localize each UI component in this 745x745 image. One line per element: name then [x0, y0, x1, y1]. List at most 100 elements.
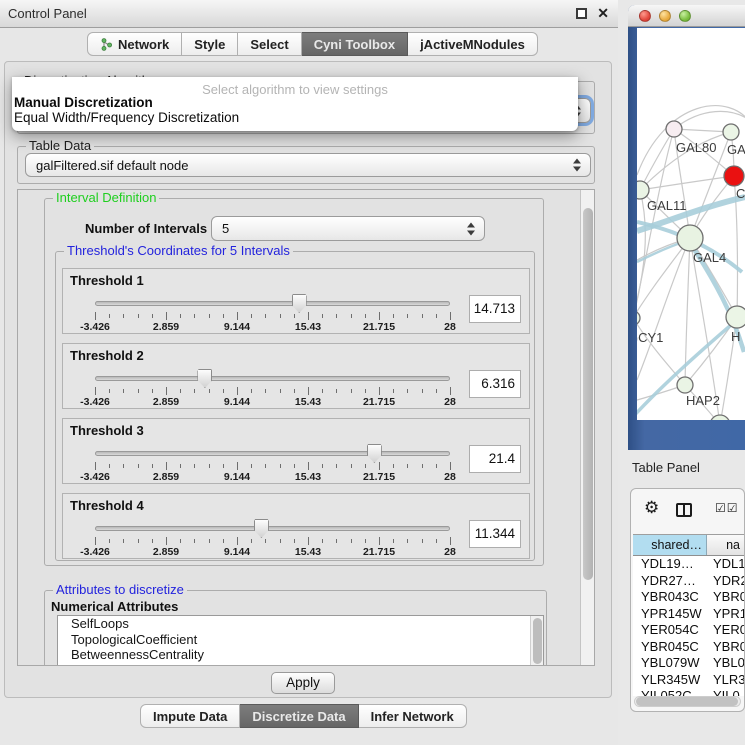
threshold-4-slider[interactable] — [95, 526, 450, 531]
threshold-2-slider[interactable] — [95, 376, 450, 381]
tab-cyni-toolbox[interactable]: Cyni Toolbox — [302, 32, 408, 56]
cell-name[interactable]: YBL0 — [707, 655, 744, 672]
cell-name[interactable]: YIL0 — [707, 688, 744, 696]
numerical-attributes-list[interactable]: SelfLoopsTopologicalCoefficientBetweenne… — [57, 615, 544, 666]
network-view-window: GAL80GACGAL11GAL4GCY1HHAP2 — [628, 5, 745, 450]
cell-shared-name[interactable]: YLR345W — [633, 672, 707, 689]
scrollbar-thumb[interactable] — [583, 208, 593, 580]
tick — [280, 314, 281, 318]
table-row[interactable]: YDL19…YDL1 — [633, 556, 744, 573]
table-row[interactable]: YER054CYER0 — [633, 622, 744, 639]
tick — [209, 314, 210, 318]
attributes-scrollbar[interactable] — [530, 616, 543, 666]
columns-icon[interactable] — [676, 503, 692, 517]
table-row[interactable]: YDR27…YDR2 — [633, 573, 744, 590]
attributes-group: Attributes to discretize Numerical Attri… — [44, 590, 547, 666]
tick — [365, 464, 366, 468]
threshold-4-value-field[interactable]: 11.344 — [469, 520, 521, 548]
tick — [138, 464, 139, 468]
table-row[interactable]: YLR345WYLR3 — [633, 672, 744, 689]
cell-shared-name[interactable]: YBL079W — [633, 655, 707, 672]
tab-impute-data[interactable]: Impute Data — [140, 704, 240, 728]
table-row[interactable]: YPR145WYPR1 — [633, 606, 744, 623]
cell-name[interactable]: YDL1 — [707, 556, 744, 573]
cell-shared-name[interactable]: YBR045C — [633, 639, 707, 656]
cell-shared-name[interactable]: YER054C — [633, 622, 707, 639]
scale-label: 28 — [444, 321, 456, 333]
column-header-shared-name[interactable]: shared… — [633, 535, 707, 555]
threshold-2-value-field[interactable]: 6.316 — [469, 370, 521, 398]
cell-name[interactable]: YDR2 — [707, 573, 744, 590]
zoom-traffic-light[interactable] — [679, 10, 691, 22]
threshold-3-value-field[interactable]: 21.4 — [469, 445, 521, 473]
tab-jactivemnodules[interactable]: jActiveMNodules — [408, 32, 538, 56]
number-of-intervals-combo[interactable]: 5 — [211, 216, 485, 241]
cell-shared-name[interactable]: YDR27… — [633, 573, 707, 590]
network-node[interactable] — [724, 166, 744, 186]
option-manual-discretization[interactable]: Manual Discretization — [12, 95, 578, 110]
table-row[interactable]: YBR045CYBR0 — [633, 639, 744, 656]
cell-shared-name[interactable]: YDL19… — [633, 556, 707, 573]
tab-infer-network[interactable]: Infer Network — [359, 704, 467, 728]
network-node[interactable] — [677, 225, 703, 251]
select-checkboxes-icon[interactable]: ☑☑ — [715, 501, 739, 515]
table-row[interactable]: YIL052CYIL0 — [633, 688, 744, 696]
cell-shared-name[interactable]: YBR043C — [633, 589, 707, 606]
tab-discretize-data[interactable]: Discretize Data — [240, 704, 358, 728]
tab-network[interactable]: Network — [87, 32, 182, 56]
network-node[interactable] — [637, 181, 649, 199]
screen: Control Panel ✕ Network Style Select — [0, 0, 745, 745]
slider-thumb[interactable] — [292, 294, 307, 313]
column-header-name[interactable]: na — [707, 535, 744, 555]
minimize-traffic-light[interactable] — [659, 10, 671, 22]
close-traffic-light[interactable] — [639, 10, 651, 22]
combo-arrows-icon — [573, 159, 581, 172]
tick — [379, 537, 380, 545]
threshold-1-slider[interactable] — [95, 301, 450, 306]
tick — [322, 314, 323, 318]
tick — [294, 314, 295, 318]
control-panel-titlebar: Control Panel ✕ — [0, 0, 618, 28]
network-node[interactable] — [637, 311, 640, 325]
attribute-item[interactable]: SelfLoops — [58, 616, 543, 632]
settings-vertical-scrollbar[interactable] — [580, 190, 594, 665]
gear-icon[interactable]: ⚙ — [644, 498, 659, 518]
slider-thumb[interactable] — [367, 444, 382, 463]
threshold-1-value-field[interactable]: 14.713 — [469, 295, 521, 323]
table-row[interactable]: YBR043CYBR0 — [633, 589, 744, 606]
network-node[interactable] — [677, 377, 693, 393]
close-icon[interactable]: ✕ — [597, 5, 609, 22]
network-edge — [637, 318, 685, 385]
table-row[interactable]: YBL079WYBL0 — [633, 655, 744, 672]
cell-shared-name[interactable]: YPR145W — [633, 606, 707, 623]
slider-thumb[interactable] — [197, 369, 212, 388]
tick — [180, 314, 181, 318]
tab-style[interactable]: Style — [182, 32, 238, 56]
float-window-icon[interactable] — [576, 8, 587, 19]
scale-label: 9.144 — [224, 321, 250, 333]
attribute-item[interactable]: TopologicalCoefficient — [58, 632, 543, 648]
scale-label: -3.426 — [80, 546, 110, 558]
tick — [407, 464, 408, 468]
top-tab-bar: Network Style Select Cyni Toolbox jActiv… — [87, 32, 538, 56]
cell-name[interactable]: YBR0 — [707, 589, 744, 606]
apply-button[interactable]: Apply — [271, 672, 335, 694]
option-equal-width-frequency[interactable]: Equal Width/Frequency Discretization — [12, 110, 578, 125]
cell-name[interactable]: YLR3 — [707, 672, 744, 689]
cell-name[interactable]: YPR1 — [707, 606, 744, 623]
network-canvas[interactable]: GAL80GACGAL11GAL4GCY1HHAP2 — [637, 28, 745, 420]
tab-select[interactable]: Select — [238, 32, 301, 56]
table-horizontal-scrollbar[interactable] — [634, 696, 741, 707]
threshold-3-slider[interactable] — [95, 451, 450, 456]
cell-name[interactable]: YBR0 — [707, 639, 744, 656]
cell-name[interactable]: YER0 — [707, 622, 744, 639]
tick — [152, 389, 153, 393]
table-data-combo[interactable]: galFiltered.sif default node — [25, 153, 591, 177]
scrollbar-thumb[interactable] — [636, 697, 738, 706]
network-node[interactable] — [723, 124, 739, 140]
attribute-item[interactable]: BetweennessCentrality — [58, 647, 543, 663]
slider-thumb[interactable] — [254, 519, 269, 538]
network-node[interactable] — [666, 121, 682, 137]
network-node[interactable] — [726, 306, 745, 328]
cell-shared-name[interactable]: YIL052C — [633, 688, 707, 696]
